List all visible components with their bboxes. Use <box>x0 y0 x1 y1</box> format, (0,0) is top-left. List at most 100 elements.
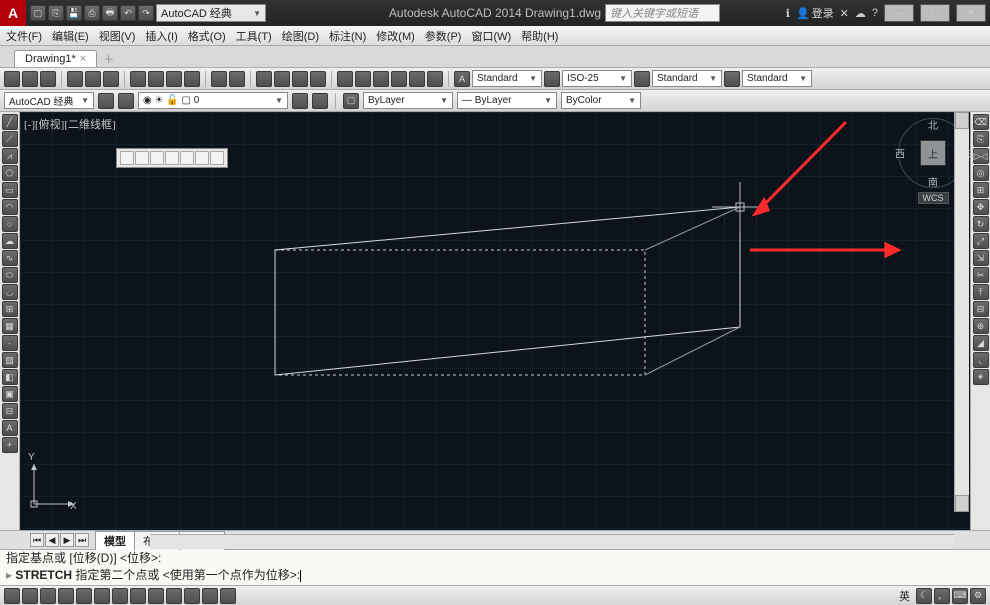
ime-gear-icon[interactable]: ⚙ <box>970 588 986 604</box>
drawing-canvas[interactable]: [-][俯视][二维线框] <box>20 112 990 530</box>
sheet-set-icon[interactable] <box>391 71 407 87</box>
open-file-icon[interactable] <box>22 71 38 87</box>
menu-modify[interactable]: 修改(M) <box>376 28 415 44</box>
print-icon[interactable] <box>67 71 83 87</box>
undo2-icon[interactable] <box>211 71 227 87</box>
pline-icon[interactable]: ⩘ <box>2 148 18 164</box>
textstyle-combo[interactable]: Standard▼ <box>472 70 542 87</box>
workspace-combo2[interactable]: AutoCAD 经典▼ <box>4 92 94 109</box>
layer-prev-icon[interactable] <box>312 93 328 109</box>
paste-icon[interactable] <box>166 71 182 87</box>
explode-icon[interactable]: ✴ <box>973 369 989 385</box>
pan-icon[interactable] <box>256 71 272 87</box>
minimize-button[interactable]: — <box>884 4 914 22</box>
zoom-prev-icon[interactable] <box>310 71 326 87</box>
ducs-icon[interactable] <box>130 588 146 604</box>
open-icon[interactable]: ⎘ <box>48 5 64 21</box>
polygon-icon[interactable]: ⬠ <box>2 165 18 181</box>
arc-icon[interactable]: ◠ <box>2 199 18 215</box>
revcloud-icon[interactable]: ☁ <box>2 233 18 249</box>
fillet-icon[interactable]: ◟ <box>973 352 989 368</box>
save-icon[interactable]: 💾 <box>66 5 82 21</box>
wcs-label[interactable]: WCS <box>918 192 949 204</box>
dyn-icon[interactable] <box>148 588 164 604</box>
new-file-icon[interactable] <box>4 71 20 87</box>
tablestyle-icon[interactable] <box>634 71 650 87</box>
insert-icon[interactable]: ⊞ <box>2 301 18 317</box>
polar-icon[interactable] <box>58 588 74 604</box>
addselected-icon[interactable]: + <box>2 437 18 453</box>
block-icon[interactable]: ▦ <box>2 318 18 334</box>
menu-window[interactable]: 窗口(W) <box>471 28 511 44</box>
maximize-button[interactable]: ▢ <box>920 4 950 22</box>
osnap-icon[interactable] <box>76 588 92 604</box>
help-icon[interactable]: ? <box>872 7 878 19</box>
layout-tab-model[interactable]: 模型 <box>95 531 135 550</box>
layout-last-icon[interactable]: ⏭ <box>75 533 89 547</box>
layer-iso-icon[interactable] <box>292 93 308 109</box>
grid-icon[interactable] <box>22 588 38 604</box>
menu-draw[interactable]: 绘图(D) <box>282 28 319 44</box>
gradient-icon[interactable]: ◧ <box>2 369 18 385</box>
menu-view[interactable]: 视图(V) <box>99 28 136 44</box>
break-icon[interactable]: ⊟ <box>973 301 989 317</box>
menu-dimension[interactable]: 标注(N) <box>329 28 366 44</box>
cut-icon[interactable] <box>130 71 146 87</box>
document-tab[interactable]: Drawing1* × <box>14 50 97 67</box>
layer-prop-icon[interactable] <box>98 93 114 109</box>
menu-file[interactable]: 文件(F) <box>6 28 42 44</box>
layer-states-icon[interactable] <box>118 93 134 109</box>
extend-icon[interactable]: ⤒ <box>973 284 989 300</box>
command-window[interactable]: 指定基点或 [位移(D)] <位移>: ▸ STRETCH 指定第二个点或 <使… <box>0 549 990 585</box>
mleaderstyle-icon[interactable] <box>724 71 740 87</box>
join-icon[interactable]: ⊕ <box>973 318 989 334</box>
markup-icon[interactable] <box>409 71 425 87</box>
ime-indicator[interactable]: 英 <box>899 588 910 604</box>
menu-tools[interactable]: 工具(T) <box>236 28 272 44</box>
color-icon[interactable]: ▢ <box>343 93 359 109</box>
zoom-window-icon[interactable] <box>292 71 308 87</box>
redo-icon[interactable]: ↷ <box>138 5 154 21</box>
lwt-icon[interactable] <box>166 588 182 604</box>
stretch-icon[interactable]: ⇲ <box>973 250 989 266</box>
sc-icon[interactable] <box>220 588 236 604</box>
horizontal-scrollbar[interactable] <box>150 534 954 549</box>
menu-insert[interactable]: 插入(I) <box>145 28 177 44</box>
xline-icon[interactable]: ⟋ <box>2 131 18 147</box>
new-icon[interactable]: ▢ <box>30 5 46 21</box>
layout-first-icon[interactable]: ⏮ <box>30 533 44 547</box>
save-file-icon[interactable] <box>40 71 56 87</box>
mleaderstyle-combo[interactable]: Standard▼ <box>742 70 812 87</box>
viewcube-top-face[interactable]: 上 <box>920 140 946 166</box>
3dosnap-icon[interactable] <box>94 588 110 604</box>
ime-moon-icon[interactable]: ☾ <box>916 588 932 604</box>
help-search-input[interactable]: 键入关键字或短语 <box>605 4 720 22</box>
mtext-icon[interactable]: A <box>2 420 18 436</box>
workspace-dropdown[interactable]: AutoCAD 经典▼ <box>156 4 266 22</box>
calc-icon[interactable] <box>427 71 443 87</box>
preview-icon[interactable] <box>85 71 101 87</box>
move-icon[interactable]: ✥ <box>973 199 989 215</box>
array-icon[interactable]: ⊞ <box>973 182 989 198</box>
erase-icon[interactable]: ⌫ <box>973 114 989 130</box>
infocenter-icon[interactable]: ℹ <box>786 7 790 20</box>
ellipsearc-icon[interactable]: ◡ <box>2 284 18 300</box>
new-tab-button[interactable]: ＋ <box>103 51 114 67</box>
spline-icon[interactable]: ∿ <box>2 250 18 266</box>
ime-kb-icon[interactable]: ⌨ <box>952 588 968 604</box>
exchange-icon[interactable]: ✕ <box>840 7 849 20</box>
trim-icon[interactable]: ✂ <box>973 267 989 283</box>
scale-icon[interactable]: ⤢ <box>973 233 989 249</box>
linetype-combo[interactable]: — ByLayer▼ <box>457 92 557 109</box>
plot-icon[interactable]: 🖶 <box>102 5 118 21</box>
otrack-icon[interactable] <box>112 588 128 604</box>
textstyle-icon[interactable]: A <box>454 71 470 87</box>
color-combo[interactable]: ByLayer▼ <box>363 92 453 109</box>
offset-icon[interactable]: ◎ <box>973 165 989 181</box>
line-icon[interactable]: ╱ <box>2 114 18 130</box>
copy-icon[interactable] <box>148 71 164 87</box>
tablestyle-combo[interactable]: Standard▼ <box>652 70 722 87</box>
rotate-icon[interactable]: ↻ <box>973 216 989 232</box>
plot-combo[interactable]: ByColor▼ <box>561 92 641 109</box>
point-icon[interactable]: · <box>2 335 18 351</box>
